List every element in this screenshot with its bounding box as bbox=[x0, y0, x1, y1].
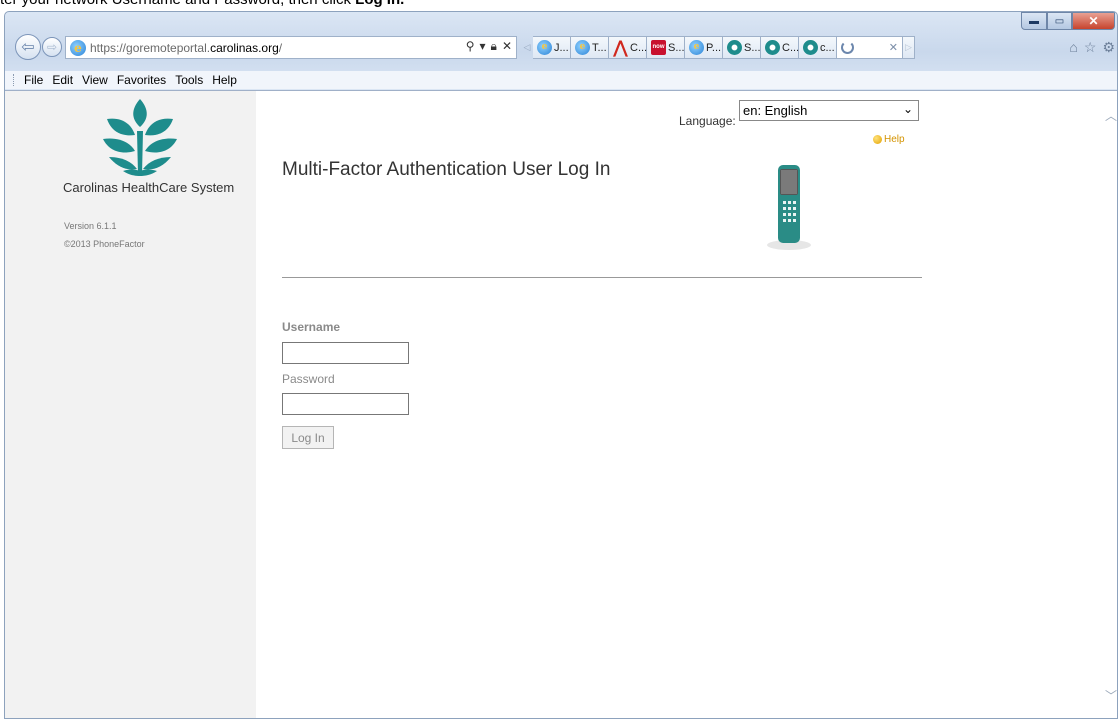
browser-tab[interactable]: c... bbox=[799, 36, 837, 59]
chevron-down-icon: ⌄ bbox=[902, 102, 913, 116]
url-prefix: https://goremoteportal. bbox=[90, 40, 211, 55]
page-title: Multi-Factor Authentication User Log In bbox=[282, 159, 611, 180]
ie-icon: e bbox=[689, 40, 704, 55]
tab-label: C... bbox=[630, 41, 648, 54]
toolbar-icons: ⌂ ☆ ⚙ bbox=[1069, 39, 1115, 56]
close-tab-icon[interactable]: ✕ bbox=[889, 41, 898, 54]
language-value: en: English bbox=[743, 103, 808, 118]
left-gutter bbox=[5, 91, 39, 718]
close-window-button[interactable]: ✕ bbox=[1072, 12, 1115, 30]
minimize-button[interactable]: ▬ bbox=[1021, 12, 1047, 30]
tab-label: C... bbox=[782, 41, 800, 54]
settings-gear-icon[interactable]: ⚙ bbox=[1102, 39, 1115, 56]
back-button[interactable]: ⇦ bbox=[15, 34, 41, 60]
tab-label: c... bbox=[820, 41, 835, 54]
stop-icon[interactable]: ✕ bbox=[502, 39, 512, 54]
menu-edit[interactable]: Edit bbox=[52, 73, 73, 87]
username-label: Username bbox=[282, 320, 341, 334]
menu-favorites[interactable]: Favorites bbox=[117, 73, 166, 87]
browser-window: ▬ ▭ ✕ ⇦ ⇨ e https://goremoteportal. carol… bbox=[4, 11, 1118, 719]
ie-icon: e bbox=[537, 40, 552, 55]
tab-label: P... bbox=[706, 41, 722, 54]
forward-button[interactable]: ⇨ bbox=[42, 37, 62, 57]
copyright-text: ©2013 PhoneFactor bbox=[64, 239, 145, 249]
carolinas-logo bbox=[103, 99, 177, 176]
browser-tab[interactable]: e P... bbox=[685, 36, 723, 59]
tab-scroll-right-icon[interactable]: ▷ bbox=[903, 36, 915, 59]
browser-tab[interactable]: now S... bbox=[647, 36, 685, 59]
minimize-icon: ▬ bbox=[1029, 15, 1039, 27]
back-arrow-icon: ⇦ bbox=[21, 39, 35, 56]
instruction-text: ter your network Username and Password, … bbox=[0, 0, 355, 8]
chs-icon bbox=[727, 40, 742, 55]
login-button[interactable]: Log In bbox=[282, 426, 334, 449]
help-icon bbox=[873, 135, 882, 144]
version-text: Version 6.1.1 bbox=[64, 221, 117, 231]
divider bbox=[282, 277, 922, 278]
password-label: Password bbox=[282, 372, 335, 386]
tab-scroll-left-icon[interactable]: ◁ bbox=[521, 36, 533, 59]
instruction-bold: Log In. bbox=[355, 0, 404, 8]
maximize-icon: ▭ bbox=[1054, 15, 1065, 27]
search-icon[interactable]: ⚲ bbox=[466, 39, 475, 54]
url-suffix: / bbox=[278, 40, 283, 55]
menu-grip bbox=[13, 74, 16, 86]
loading-icon bbox=[841, 41, 854, 54]
favorites-star-icon[interactable]: ☆ bbox=[1084, 39, 1097, 56]
dropdown-icon[interactable]: ▾ bbox=[480, 39, 486, 54]
browser-tab[interactable]: e T... bbox=[571, 36, 609, 59]
close-icon: ✕ bbox=[1088, 14, 1099, 28]
tab-label: S... bbox=[668, 41, 685, 54]
page-content: Carolinas HealthCare System Version 6.1.… bbox=[5, 90, 1117, 718]
language-select[interactable]: en: English ⌄ bbox=[739, 100, 919, 121]
lock-icon[interactable]: 🔒︎ bbox=[491, 39, 497, 54]
tab-label: J... bbox=[554, 41, 569, 54]
browser-tab[interactable]: S... bbox=[723, 36, 761, 59]
tab-label: T... bbox=[592, 41, 607, 54]
browser-tab[interactable]: ⋀ C... bbox=[609, 36, 647, 59]
servicenow-icon: now bbox=[651, 40, 666, 55]
browser-tab[interactable]: C... bbox=[761, 36, 799, 59]
home-icon[interactable]: ⌂ bbox=[1069, 39, 1077, 56]
phone-icon bbox=[767, 165, 811, 250]
menu-tools[interactable]: Tools bbox=[175, 73, 203, 87]
address-tools: ⚲ ▾ 🔒︎ ✕ bbox=[466, 39, 512, 54]
help-label: Help bbox=[884, 134, 905, 145]
language-label: Language: bbox=[679, 114, 736, 128]
scroll-down-icon[interactable]: ﹀ bbox=[1105, 687, 1117, 704]
ie-icon: e bbox=[70, 39, 86, 56]
menu-view[interactable]: View bbox=[82, 73, 108, 87]
chs-icon bbox=[803, 40, 818, 55]
maximize-button[interactable]: ▭ bbox=[1047, 12, 1072, 30]
ie-icon: e bbox=[575, 40, 590, 55]
tab-label: S... bbox=[744, 41, 761, 54]
address-bar[interactable]: e https://goremoteportal. carolinas.org / … bbox=[65, 36, 517, 59]
browser-tab-active[interactable]: ✕ bbox=[837, 36, 903, 59]
instruction-banner: ter your network Username and Password, … bbox=[0, 0, 1118, 9]
sidebar: Carolinas HealthCare System Version 6.1.… bbox=[39, 91, 256, 718]
url-domain: carolinas.org bbox=[210, 40, 279, 55]
navigation-row: ⇦ ⇨ e https://goremoteportal. carolinas.o… bbox=[5, 32, 1117, 66]
menu-bar: File Edit View Favorites Tools Help bbox=[5, 71, 1117, 89]
window-controls: ▬ ▭ ✕ bbox=[1021, 12, 1115, 30]
browser-tab[interactable]: e J... bbox=[533, 36, 571, 59]
chs-icon bbox=[765, 40, 780, 55]
organization-name: Carolinas HealthCare System bbox=[63, 180, 235, 195]
username-input[interactable] bbox=[282, 342, 409, 364]
menu-file[interactable]: File bbox=[24, 73, 43, 87]
forward-arrow-icon: ⇨ bbox=[46, 40, 58, 54]
help-link[interactable]: Help bbox=[873, 134, 905, 145]
acrobat-icon: ⋀ bbox=[613, 38, 628, 57]
password-input[interactable] bbox=[282, 393, 409, 415]
menu-help[interactable]: Help bbox=[212, 73, 237, 87]
scroll-up-icon[interactable]: ︿ bbox=[1105, 107, 1117, 124]
tab-strip: ◁ e J... e T... ⋀ C... now S... e P... S... C… bbox=[521, 36, 915, 59]
